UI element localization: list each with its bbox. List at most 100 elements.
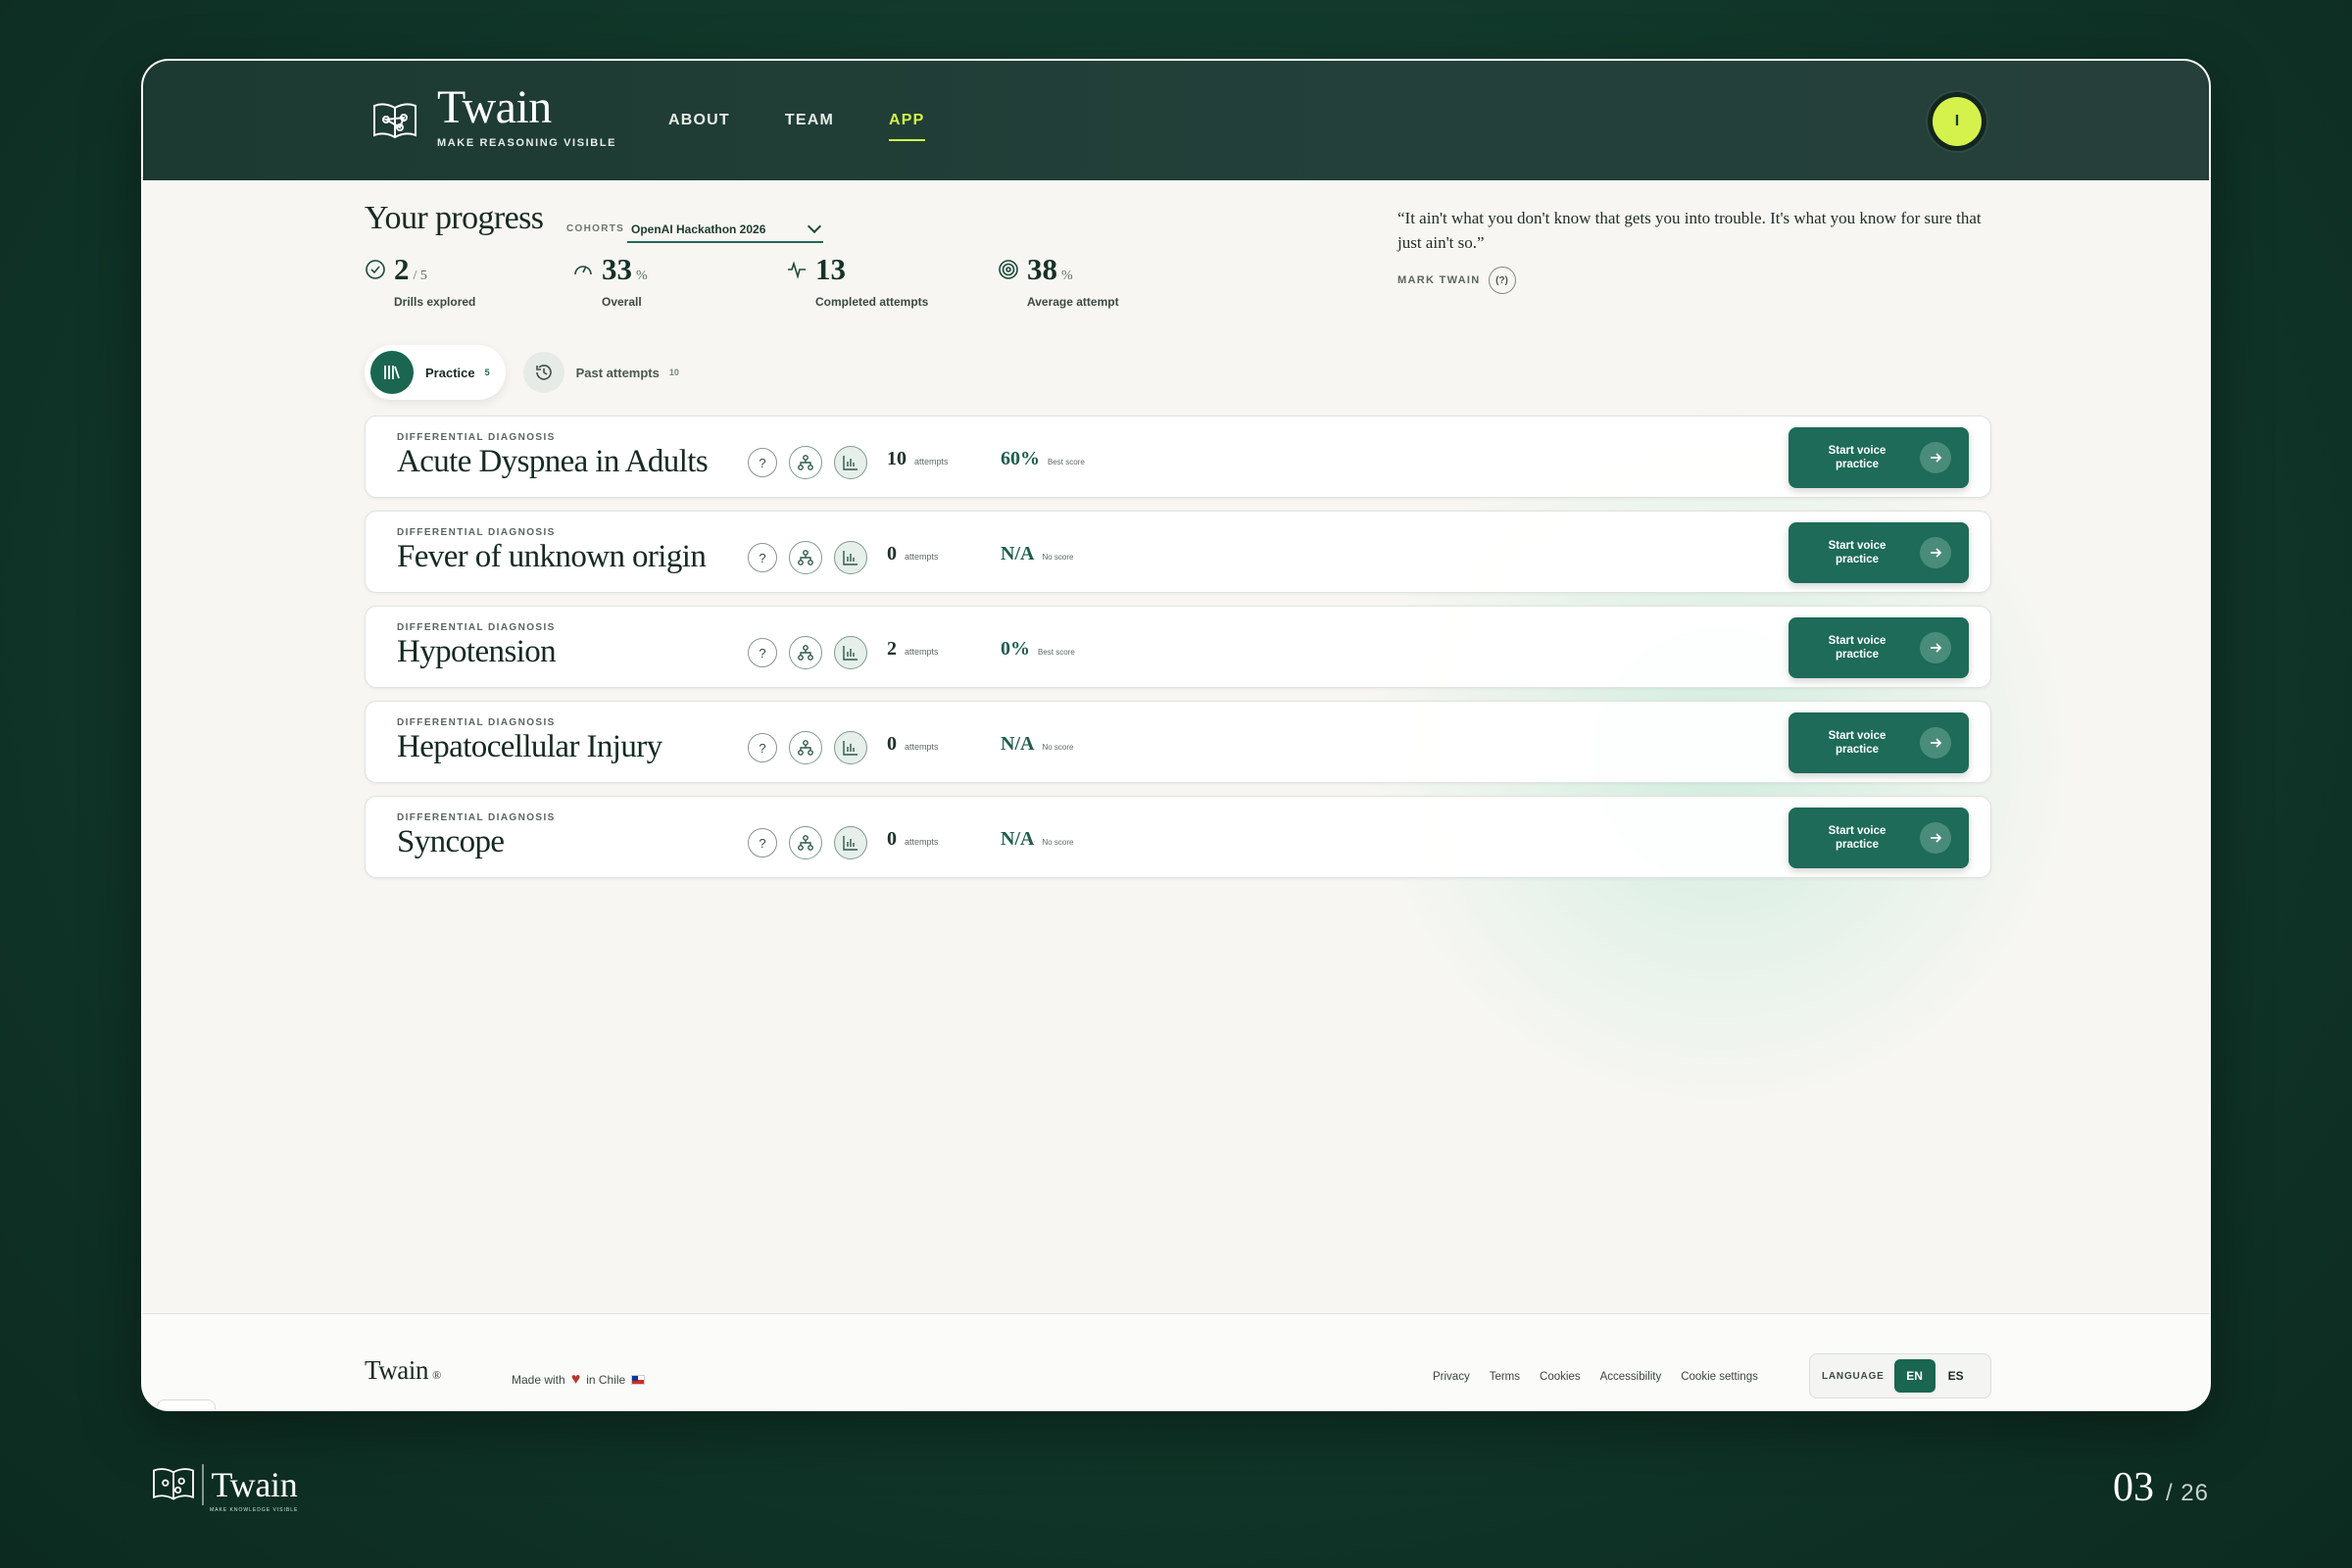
drill-attempts: 2 attempts	[887, 638, 939, 661]
score-unit: Best score	[1038, 648, 1075, 657]
language-en-button[interactable]: EN	[1893, 1359, 1936, 1393]
tree-diagram-icon[interactable]	[789, 636, 822, 669]
help-icon[interactable]: ?	[748, 638, 777, 667]
footer-link-privacy[interactable]: Privacy	[1433, 1371, 1470, 1383]
start-voice-practice-button[interactable]: Start voice practice	[1788, 808, 1969, 868]
drill-attempts: 10 attempts	[887, 448, 949, 470]
stat-label: Completed attempts	[815, 295, 929, 309]
quote-author-name: MARK TWAIN	[1397, 274, 1481, 286]
score-unit: No score	[1042, 743, 1074, 752]
user-avatar[interactable]: I	[1933, 97, 1982, 146]
drill-attempts: 0 attempts	[887, 543, 939, 565]
footer-brand-name: Twain	[365, 1355, 429, 1385]
start-voice-practice-button[interactable]: Start voice practice	[1788, 712, 1969, 773]
brand-logo[interactable]: Twain MAKE REASONING VISIBLE	[370, 82, 616, 149]
language-es-button[interactable]: ES	[1936, 1359, 1977, 1393]
help-icon[interactable]: ?	[748, 543, 777, 572]
drill-actions: ?	[748, 636, 867, 669]
start-voice-practice-button[interactable]: Start voice practice	[1788, 522, 1969, 583]
footer-link-cookies[interactable]: Cookies	[1540, 1371, 1581, 1383]
drill-actions: ?	[748, 826, 867, 859]
library-icon	[370, 351, 414, 394]
footer-link-cookie-settings[interactable]: Cookie settings	[1681, 1371, 1758, 1383]
nav-team[interactable]: TEAM	[785, 112, 834, 129]
page-current: 03	[2112, 1465, 2154, 1510]
drill-name: Syncope	[397, 824, 505, 859]
start-voice-practice-button[interactable]: Start voice practice	[1788, 617, 1969, 678]
bar-chart-icon[interactable]	[834, 636, 867, 669]
footer-link-terms[interactable]: Terms	[1490, 1371, 1520, 1383]
start-button-label: Start voice practice	[1828, 445, 1886, 470]
page-title: Your progress	[365, 200, 544, 236]
help-icon[interactable]: ?	[748, 828, 777, 858]
floating-widget-tab[interactable]	[157, 1399, 216, 1409]
open-book-icon	[373, 103, 416, 139]
attempts-unit: attempts	[905, 837, 939, 847]
stat-label: Overall	[602, 295, 642, 309]
registered-mark: ®	[432, 1368, 441, 1382]
drill-card: DIFFERENTIAL DIAGNOSIS Acute Dyspnea in …	[365, 416, 1991, 498]
logo-divider	[202, 1464, 204, 1505]
bar-chart-icon[interactable]	[834, 446, 867, 479]
attempts-count: 0	[887, 828, 897, 850]
tab-past-attempts[interactable]: Past attempts 10	[522, 352, 679, 393]
arrow-right-icon	[1920, 537, 1951, 568]
stat-value: 2	[394, 252, 410, 286]
nav-app[interactable]: APP	[889, 112, 925, 141]
start-button-label: Start voice practice	[1828, 825, 1886, 851]
attempts-count: 0	[887, 543, 897, 564]
drill-category: DIFFERENTIAL DIAGNOSIS	[397, 527, 556, 538]
drill-actions: ?	[748, 541, 867, 574]
drill-name: Fever of unknown origin	[397, 539, 707, 574]
drill-category: DIFFERENTIAL DIAGNOSIS	[397, 622, 556, 633]
tree-diagram-icon[interactable]	[789, 541, 822, 574]
main-nav: ABOUT TEAM APP	[668, 112, 925, 141]
slide-logo: Twain MAKE KNOWLEDGE VISIBLE	[151, 1464, 298, 1513]
bar-chart-icon[interactable]	[834, 826, 867, 859]
drill-actions: ?	[748, 731, 867, 764]
drill-card: DIFFERENTIAL DIAGNOSIS Syncope ? 0 attemp…	[365, 796, 1991, 878]
drill-score: 0% Best score	[1001, 638, 1075, 661]
tab-past-count: 10	[668, 368, 679, 377]
slide-page-number: 03 / 26	[2113, 1464, 2209, 1511]
view-tabs: Practice 5 Past attempts 10	[365, 345, 679, 400]
attempts-unit: attempts	[905, 647, 939, 657]
nav-about[interactable]: ABOUT	[668, 112, 730, 129]
heart-icon: ♥	[570, 1371, 581, 1388]
quote-info-button[interactable]: (?)	[1488, 267, 1516, 294]
footer-links: Privacy Terms Cookies Accessibility Cook…	[1433, 1371, 1758, 1383]
stat-value: 38	[1027, 252, 1057, 286]
cohort-select[interactable]: OpenAI Hackathon 2026	[627, 218, 823, 243]
drill-card: DIFFERENTIAL DIAGNOSIS Fever of unknown …	[365, 511, 1991, 593]
score-value: N/A	[1001, 543, 1035, 564]
footer-brand[interactable]: Twain ®	[365, 1355, 441, 1386]
slide-logo-text: Twain	[211, 1465, 298, 1504]
help-icon[interactable]: ?	[748, 733, 777, 762]
tab-practice[interactable]: Practice 5	[365, 345, 506, 400]
drill-attempts: 0 attempts	[887, 733, 939, 756]
score-value: 0%	[1001, 638, 1030, 660]
tree-diagram-icon[interactable]	[789, 446, 822, 479]
bar-chart-icon[interactable]	[834, 731, 867, 764]
tab-past-label: Past attempts	[575, 365, 660, 380]
drill-category: DIFFERENTIAL DIAGNOSIS	[397, 432, 556, 443]
arrow-right-icon	[1920, 442, 1951, 473]
tree-diagram-icon[interactable]	[789, 731, 822, 764]
language-label: LANGUAGE	[1822, 1370, 1885, 1382]
footer-link-accessibility[interactable]: Accessibility	[1600, 1371, 1662, 1383]
top-navbar: Twain MAKE REASONING VISIBLE ABOUT TEAM …	[143, 61, 2209, 180]
drill-name: Acute Dyspnea in Adults	[397, 444, 709, 479]
gauge-icon	[574, 266, 592, 275]
stat-drills-explored: 2 / 5 Drills explored	[365, 252, 475, 309]
score-value: N/A	[1001, 733, 1035, 755]
stat-label: Average attempt	[1027, 295, 1119, 309]
language-switcher: LANGUAGE EN ES	[1809, 1353, 1991, 1398]
drill-category: DIFFERENTIAL DIAGNOSIS	[397, 717, 556, 728]
score-value: N/A	[1001, 828, 1035, 850]
start-voice-practice-button[interactable]: Start voice practice	[1788, 427, 1969, 488]
chevron-down-icon	[807, 219, 822, 234]
bar-chart-icon[interactable]	[834, 541, 867, 574]
tree-diagram-icon[interactable]	[789, 826, 822, 859]
score-value: 60%	[1001, 448, 1040, 469]
help-icon[interactable]: ?	[748, 448, 777, 477]
